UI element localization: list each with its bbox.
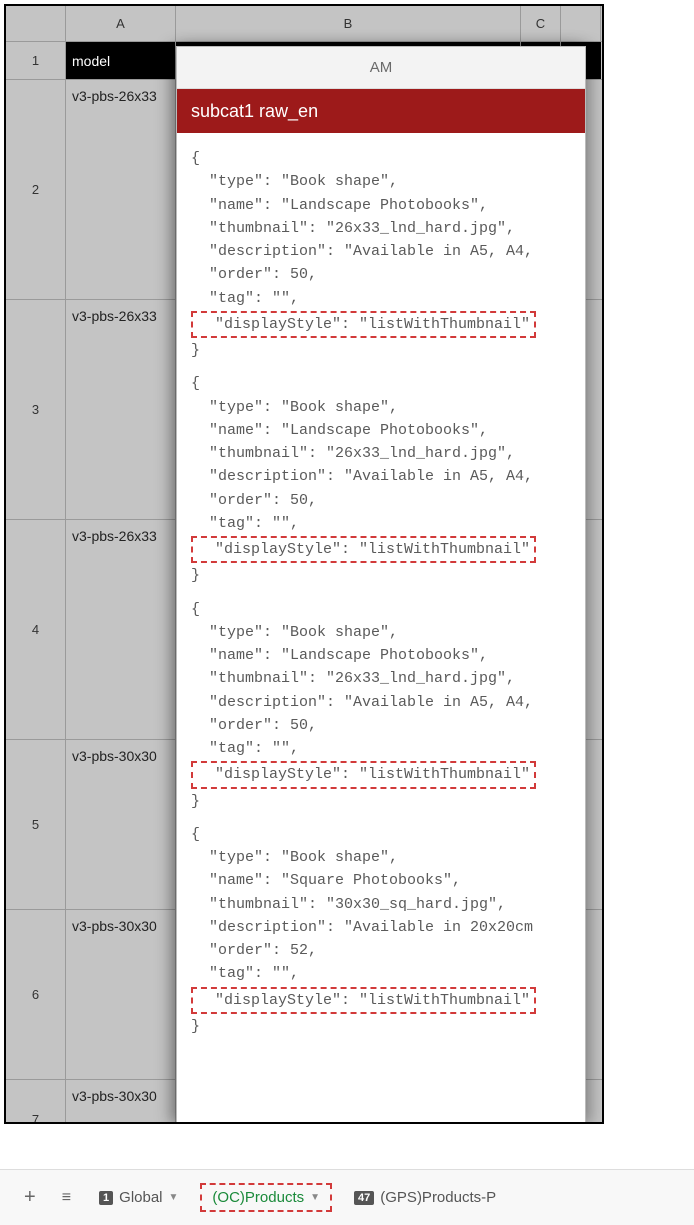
cell-A5[interactable]: v3-pbs-30x30: [66, 740, 176, 909]
json-line: {: [191, 147, 575, 170]
tab-oc-products[interactable]: (OC)Products ▼: [200, 1183, 332, 1212]
json-line-highlighted: "displayStyle": "listWithThumbnail": [191, 986, 575, 1015]
overlay-title: subcat1 raw_en: [177, 89, 585, 133]
json-block: { "type": "Book shape", "name": "Landsca…: [191, 372, 575, 587]
sheet-tab-bar: + ≡ 1 Global ▼ (OC)Products ▼ 47 (GPS)Pr…: [0, 1169, 694, 1225]
chevron-down-icon: ▼: [310, 1192, 320, 1203]
highlight-box: "displayStyle": "listWithThumbnail": [191, 761, 536, 788]
overlay-column-label: AM: [177, 47, 585, 89]
json-line: "thumbnail": "30x30_sq_hard.jpg",: [191, 893, 575, 916]
cell-A1[interactable]: model: [66, 42, 176, 79]
row-number[interactable]: 3: [6, 300, 66, 519]
tab-gps-products[interactable]: 47 (GPS)Products-P: [346, 1183, 504, 1212]
json-line: }: [191, 564, 575, 587]
json-line: }: [191, 339, 575, 362]
json-line: "description": "Available in A5, A4,: [191, 465, 575, 488]
cell-A2[interactable]: v3-pbs-26x33: [66, 80, 176, 299]
select-all-corner[interactable]: [6, 6, 66, 41]
column-header-extra[interactable]: [561, 6, 601, 41]
tab-badge: 1: [99, 1191, 113, 1205]
highlight-box: "displayStyle": "listWithThumbnail": [191, 311, 536, 338]
json-block: { "type": "Book shape", "name": "Landsca…: [191, 598, 575, 813]
json-line: "name": "Square Photobooks",: [191, 869, 575, 892]
cell-A4[interactable]: v3-pbs-26x33: [66, 520, 176, 739]
json-block: { "type": "Book shape", "name": "Square …: [191, 823, 575, 1038]
row-number[interactable]: 6: [6, 910, 66, 1079]
json-line: "order": 52,: [191, 939, 575, 962]
json-line: "description": "Available in A5, A4,: [191, 691, 575, 714]
json-block: { "type": "Book shape", "name": "Landsca…: [191, 147, 575, 362]
json-line: "order": 50,: [191, 489, 575, 512]
add-sheet-button[interactable]: +: [18, 1186, 42, 1209]
chevron-down-icon: ▼: [169, 1192, 179, 1203]
json-line: "name": "Landscape Photobooks",: [191, 419, 575, 442]
json-line: "order": 50,: [191, 263, 575, 286]
column-header-A[interactable]: A: [66, 6, 176, 41]
overlay-body[interactable]: { "type": "Book shape", "name": "Landsca…: [177, 133, 585, 1123]
json-line: "thumbnail": "26x33_lnd_hard.jpg",: [191, 217, 575, 240]
json-line: "tag": "",: [191, 287, 575, 310]
tab-label: (OC)Products: [212, 1189, 304, 1206]
cell-A7[interactable]: v3-pbs-30x30: [66, 1080, 176, 1124]
json-line: "tag": "",: [191, 737, 575, 760]
column-header-B[interactable]: B: [176, 6, 521, 41]
json-line: {: [191, 823, 575, 846]
json-line: }: [191, 790, 575, 813]
cell-A3[interactable]: v3-pbs-26x33: [66, 300, 176, 519]
tab-global[interactable]: 1 Global ▼: [91, 1183, 186, 1212]
json-line: }: [191, 1015, 575, 1038]
row-number[interactable]: 2: [6, 80, 66, 299]
row-number[interactable]: 7: [6, 1080, 66, 1124]
json-line-highlighted: "displayStyle": "listWithThumbnail": [191, 310, 575, 339]
json-line: "thumbnail": "26x33_lnd_hard.jpg",: [191, 442, 575, 465]
json-line: "order": 50,: [191, 714, 575, 737]
json-line: "type": "Book shape",: [191, 170, 575, 193]
all-sheets-menu[interactable]: ≡: [56, 1189, 77, 1207]
json-line: "name": "Landscape Photobooks",: [191, 194, 575, 217]
json-line: "tag": "",: [191, 512, 575, 535]
json-line: "type": "Book shape",: [191, 846, 575, 869]
cell-A6[interactable]: v3-pbs-30x30: [66, 910, 176, 1079]
row-number[interactable]: 1: [6, 42, 66, 79]
cell-preview-overlay: AM subcat1 raw_en { "type": "Book shape"…: [176, 46, 586, 1124]
json-line: "tag": "",: [191, 962, 575, 985]
json-line: "type": "Book shape",: [191, 621, 575, 644]
json-line: "description": "Available in A5, A4,: [191, 240, 575, 263]
tab-label: Global: [119, 1189, 162, 1206]
tab-badge: 47: [354, 1191, 374, 1205]
tab-label: (GPS)Products-P: [380, 1189, 496, 1206]
row-number[interactable]: 4: [6, 520, 66, 739]
column-header-C[interactable]: C: [521, 6, 561, 41]
highlight-box: "displayStyle": "listWithThumbnail": [191, 987, 536, 1014]
json-line-highlighted: "displayStyle": "listWithThumbnail": [191, 760, 575, 789]
json-line: "name": "Landscape Photobooks",: [191, 644, 575, 667]
spreadsheet-frame: A B C 1 model 2 v3-pbs-26x33 3: [4, 4, 604, 1124]
json-line: "thumbnail": "26x33_lnd_hard.jpg",: [191, 667, 575, 690]
json-line: {: [191, 598, 575, 621]
json-line: {: [191, 372, 575, 395]
json-line: "description": "Available in 20x20cm: [191, 916, 575, 939]
highlight-box: "displayStyle": "listWithThumbnail": [191, 536, 536, 563]
json-line: "type": "Book shape",: [191, 396, 575, 419]
json-line-highlighted: "displayStyle": "listWithThumbnail": [191, 535, 575, 564]
row-number[interactable]: 5: [6, 740, 66, 909]
column-header-row: A B C: [6, 6, 602, 42]
